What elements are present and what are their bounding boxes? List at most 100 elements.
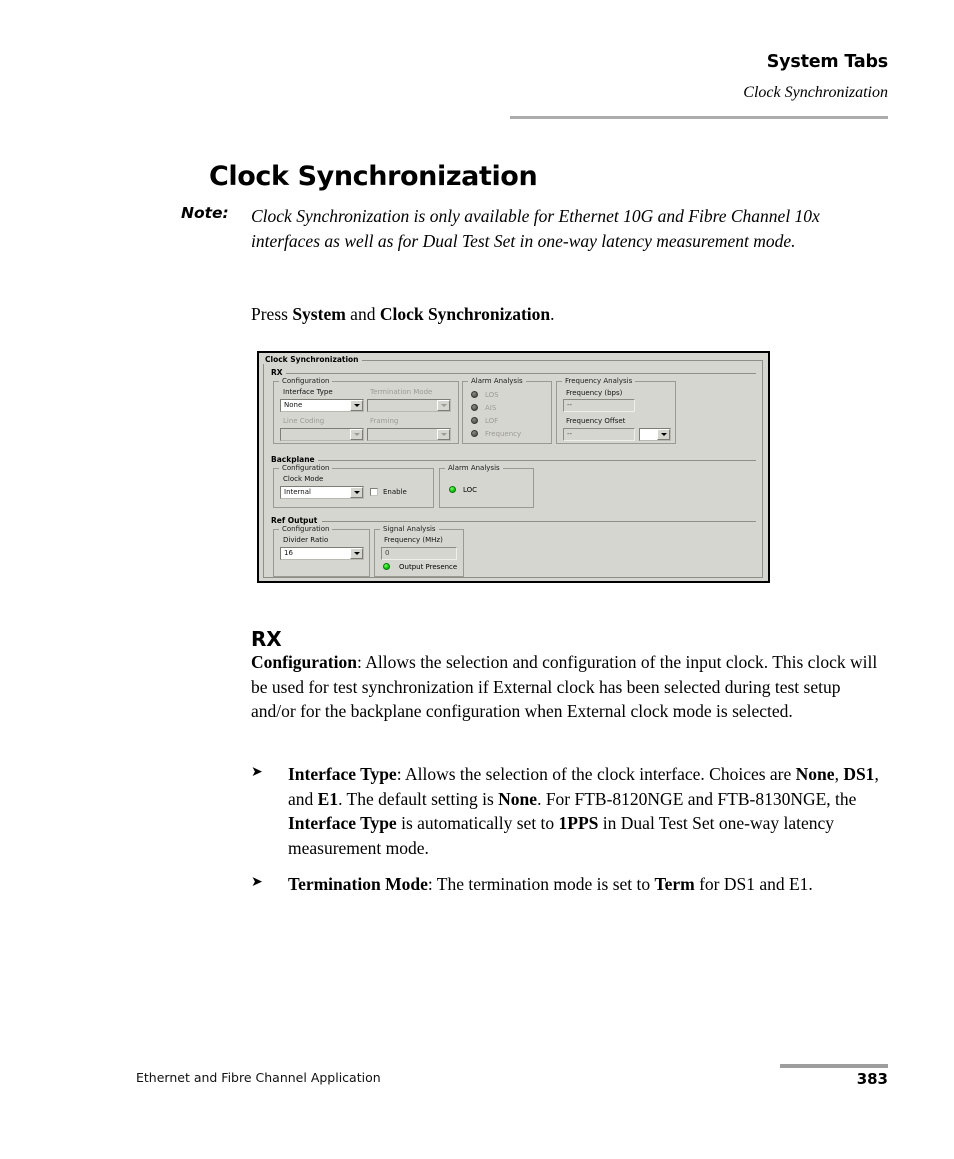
bullet-arrow-icon: ➤ — [251, 874, 263, 890]
termination-mode-dropdown-arrow-icon[interactable] — [437, 400, 450, 411]
header-title: System Tabs — [766, 52, 888, 72]
backplane-section-label: Backplane — [269, 456, 318, 464]
interface-type-combo[interactable]: None — [280, 399, 364, 412]
bullet-0-part-11: 1PPS — [558, 813, 599, 833]
footer-divider — [780, 1064, 888, 1068]
bullet-0-part-2: , — [834, 764, 844, 784]
bullet-0-part-8: . For FTB-8120NGE and FTB-8130NGE, the — [537, 788, 857, 809]
termination-mode-label: Termination Mode — [370, 388, 433, 396]
bullet-interface-type-text: Interface Type: Allows the selection of … — [288, 762, 886, 860]
clock-mode-dropdown-arrow-icon[interactable] — [350, 487, 363, 498]
backplane-led-loc-icon — [449, 486, 456, 493]
press-prefix: Press — [251, 304, 293, 324]
bullet-1-part-0: : The termination mode is set to — [427, 874, 655, 894]
bullet-termination-mode-text: Termination Mode: The termination mode i… — [288, 872, 886, 897]
bullet-1-part-1: Term — [654, 874, 695, 894]
frequency-offset-label: Frequency Offset — [566, 417, 626, 425]
rx-led-los-label: LOS — [485, 391, 499, 399]
page-header: System Tabs Clock Synchronization — [510, 52, 888, 102]
note-block: Note: Clock Synchronization is only avai… — [181, 204, 881, 254]
interface-type-dropdown-arrow-icon[interactable] — [350, 400, 363, 411]
bullet-0-part-1: None — [795, 764, 835, 784]
backplane-enable-label: Enable — [383, 488, 407, 496]
frequency-offset-unit-combo[interactable] — [639, 428, 671, 441]
ref-output-section-rule — [322, 521, 756, 522]
line-coding-combo[interactable] — [280, 428, 364, 441]
configuration-term: Configuration — [251, 652, 357, 672]
clock-mode-combo[interactable]: Internal — [280, 486, 364, 499]
termination-mode-combo[interactable] — [367, 399, 451, 412]
ref-output-configuration-group-label: Configuration — [279, 525, 333, 533]
rx-led-lof-label: LOF — [485, 417, 499, 425]
divider-ratio-combo[interactable]: 16 — [280, 547, 364, 560]
press-bold-system: System — [292, 304, 346, 324]
press-instruction: Press System and Clock Synchronization. — [251, 302, 891, 327]
bullet-0-part-7: None — [498, 788, 538, 809]
header-subtitle: Clock Synchronization — [743, 84, 888, 101]
rx-led-frequency-label: Frequency — [485, 430, 522, 438]
bullet-1-part-2: for DS1 and E1. — [694, 874, 813, 894]
dialog-title-rule — [334, 360, 762, 361]
press-middle: and — [345, 304, 380, 324]
bullet-0-part-9: Interface Type — [288, 813, 397, 833]
bullet-0-part-5: E1 — [317, 788, 339, 809]
rx-led-lof-icon — [471, 417, 478, 424]
configuration-paragraph: Configuration: Allows the selection and … — [251, 650, 886, 724]
ref-output-signal-analysis-group-label: Signal Analysis — [380, 525, 439, 533]
clock-synchronization-dialog-screenshot: Clock Synchronization RX Configuration I… — [257, 351, 770, 583]
press-suffix: . — [550, 304, 555, 324]
bullet-termination-mode: ➤ Termination Mode: The termination mode… — [251, 872, 886, 897]
ref-output-section-label: Ref Output — [269, 517, 321, 525]
line-coding-dropdown-arrow-icon[interactable] — [350, 429, 363, 440]
line-coding-label: Line Coding — [283, 417, 325, 425]
output-presence-led-icon — [383, 563, 390, 570]
frequency-bps-label: Frequency (bps) — [566, 389, 623, 397]
footer-page-number: 383 — [856, 1070, 888, 1088]
note-text: Clock Synchronization is only available … — [251, 206, 820, 251]
note-label: Note: — [181, 204, 229, 222]
clock-mode-value: Internal — [284, 488, 311, 496]
dialog-bottom-rule — [263, 577, 762, 578]
divider-ratio-value: 16 — [284, 549, 293, 557]
bullet-0-term: Interface Type — [288, 764, 397, 784]
backplane-configuration-group-label: Configuration — [279, 464, 333, 472]
backplane-enable-checkbox[interactable] — [370, 488, 378, 496]
backplane-led-loc-label: LOC — [463, 486, 478, 494]
press-bold-clock-sync: Clock Synchronization — [379, 304, 551, 324]
bullet-0-part-0: : Allows the selection of the clock inte… — [396, 764, 796, 784]
framing-combo[interactable] — [367, 428, 451, 441]
interface-type-value: None — [284, 401, 303, 409]
header-divider — [510, 116, 888, 119]
divider-ratio-label: Divider Ratio — [283, 536, 329, 544]
frequency-bps-value: -- — [563, 399, 635, 412]
frequency-offset-unit-dropdown-arrow-icon[interactable] — [657, 429, 670, 440]
page-title: Clock Synchronization — [209, 161, 538, 193]
clock-mode-label: Clock Mode — [283, 475, 324, 483]
rx-led-frequency-icon — [471, 430, 478, 437]
interface-type-label: Interface Type — [283, 388, 333, 396]
rx-led-ais-label: AIS — [485, 404, 497, 412]
rx-section-rule — [286, 373, 756, 374]
rx-alarm-analysis-group-label: Alarm Analysis — [468, 377, 526, 385]
rx-led-los-icon — [471, 391, 478, 398]
rx-section-heading: RX — [251, 626, 282, 651]
frequency-offset-value: -- — [563, 428, 635, 441]
backplane-alarm-analysis-group-label: Alarm Analysis — [445, 464, 503, 472]
ref-output-frequency-value: 0 — [381, 547, 457, 560]
backplane-section-rule — [316, 460, 756, 461]
rx-configuration-group-label: Configuration — [279, 377, 333, 385]
framing-label: Framing — [370, 417, 399, 425]
rx-section-label: RX — [269, 369, 286, 377]
rx-frequency-analysis-group-label: Frequency Analysis — [562, 377, 636, 385]
bullet-0-part-10: is automatically set to — [396, 813, 559, 833]
dialog-right-rule — [762, 360, 763, 578]
rx-led-ais-icon — [471, 404, 478, 411]
divider-ratio-dropdown-arrow-icon[interactable] — [350, 548, 363, 559]
bullet-1-term: Termination Mode — [288, 874, 428, 894]
bullet-arrow-icon: ➤ — [251, 764, 263, 780]
output-presence-label: Output Presence — [399, 563, 458, 571]
bullet-interface-type: ➤ Interface Type: Allows the selection o… — [251, 762, 886, 860]
framing-dropdown-arrow-icon[interactable] — [437, 429, 450, 440]
bullet-0-part-3: DS1 — [843, 764, 875, 784]
dialog-title: Clock Synchronization — [263, 356, 362, 364]
